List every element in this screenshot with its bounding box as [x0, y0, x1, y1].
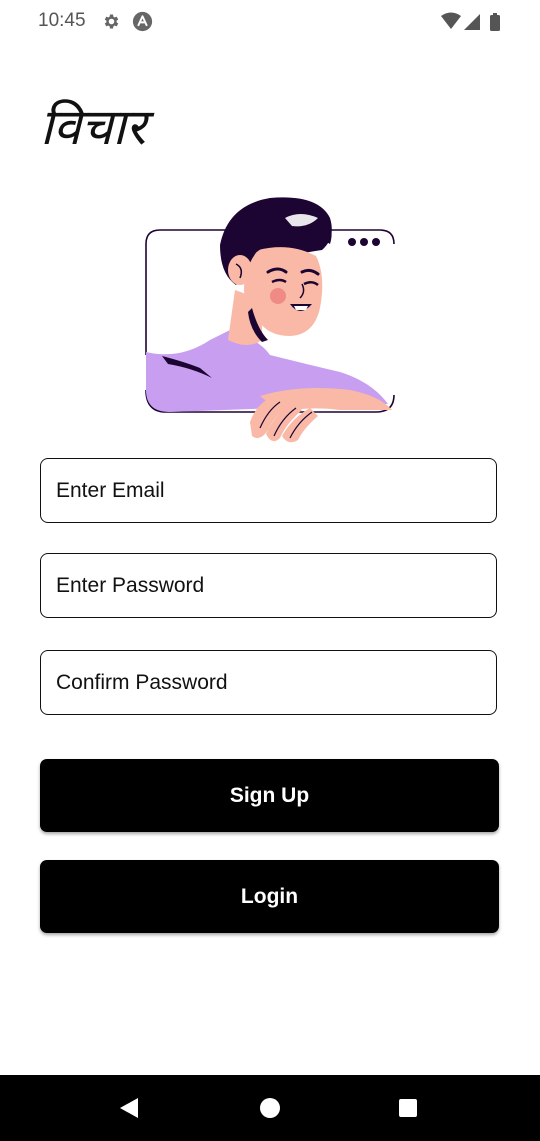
navigation-bar — [0, 1075, 540, 1141]
password-input[interactable] — [41, 554, 496, 617]
sign-up-button-label: Sign Up — [229, 783, 310, 807]
login-button[interactable]: Login — [40, 860, 499, 933]
a-icon — [132, 11, 153, 32]
status-bar: 10:45 — [0, 0, 540, 44]
login-button-label: Login — [240, 884, 299, 908]
gear-icon — [104, 14, 119, 29]
battery-icon — [490, 15, 500, 31]
confirm-password-input[interactable] — [41, 651, 496, 714]
email-field-container — [40, 458, 497, 523]
home-icon[interactable] — [259, 1097, 281, 1119]
email-input[interactable] — [41, 459, 496, 522]
person-illustration — [145, 197, 395, 443]
app-logo: विचार — [40, 98, 154, 156]
status-right-icons — [441, 12, 500, 31]
wifi-icon — [441, 12, 461, 29]
signal-icon — [464, 14, 480, 30]
signup-screen: 10:45 विचार Enter Email Sign Up Login — [0, 0, 540, 1141]
password-field-container — [40, 553, 497, 618]
app-logo-text: विचार — [40, 98, 154, 156]
recents-icon[interactable] — [398, 1098, 418, 1118]
sign-up-button[interactable]: Sign Up — [40, 759, 499, 832]
confirm-password-field-container — [40, 650, 497, 715]
status-time: 10:45 — [38, 10, 86, 31]
back-icon[interactable] — [118, 1096, 140, 1120]
